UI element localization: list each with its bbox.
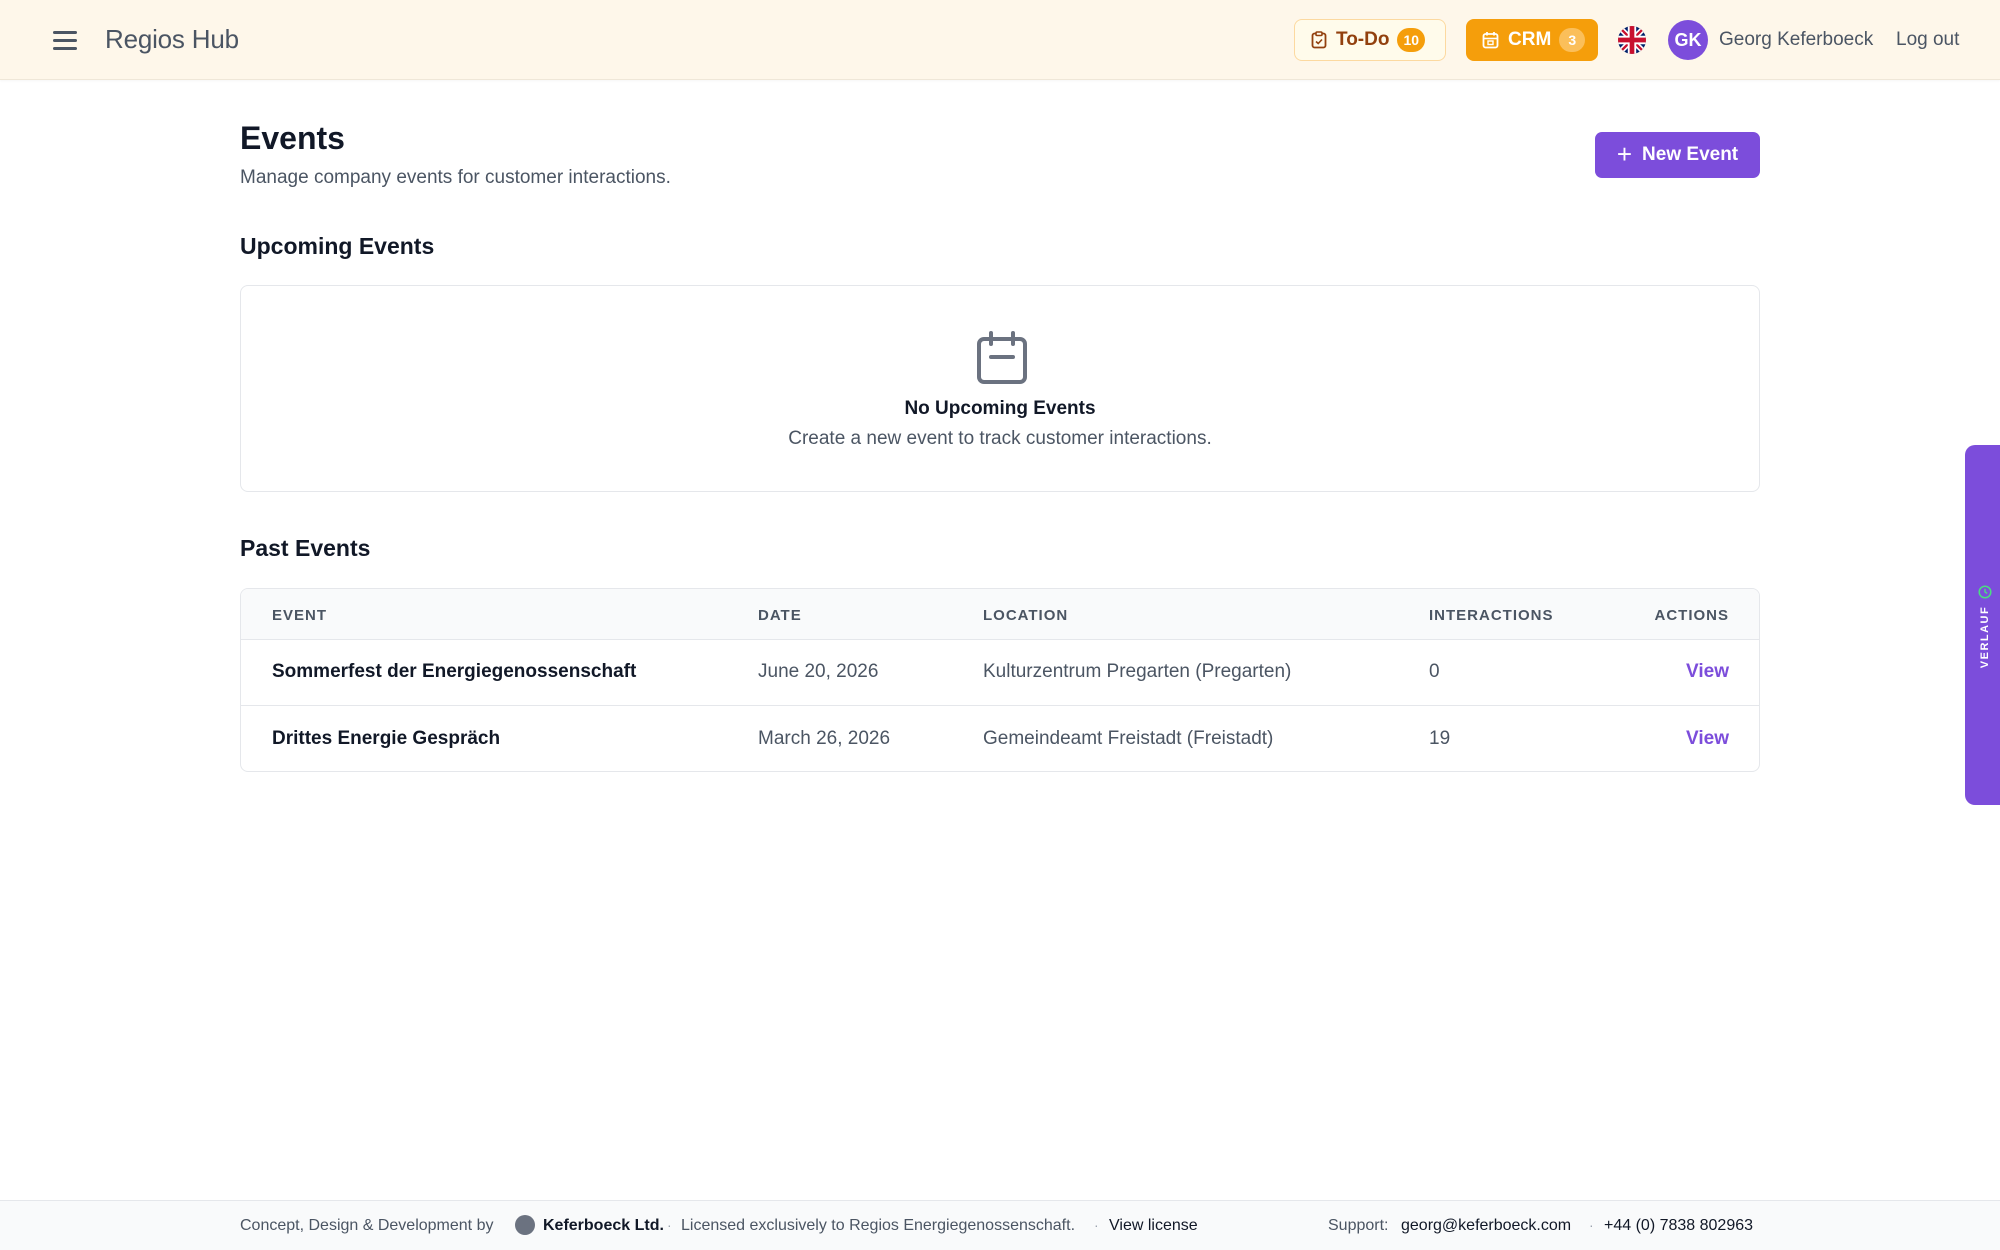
table-row: Drittes Energie Gespräch March 26, 2026 … <box>241 707 1759 771</box>
menu-icon[interactable] <box>50 28 80 52</box>
empty-state-title: No Upcoming Events <box>904 398 1096 419</box>
todo-button[interactable]: To-Do 10 <box>1294 19 1446 61</box>
upcoming-events-empty-state: No Upcoming Events Create a new event to… <box>240 285 1760 492</box>
view-link[interactable]: View <box>1686 728 1729 750</box>
footer-separator: · <box>1094 1217 1099 1233</box>
past-events-table: EVENT DATE LOCATION INTERACTIONS ACTIONS… <box>240 588 1760 772</box>
event-interactions: 19 <box>1429 728 1451 749</box>
crm-button[interactable]: CRM 3 <box>1466 19 1598 61</box>
upcoming-events-heading: Upcoming Events <box>240 233 435 259</box>
plus-icon: + <box>1616 138 1633 169</box>
column-header-actions: ACTIONS <box>1654 607 1729 624</box>
column-header-interactions: INTERACTIONS <box>1429 607 1554 624</box>
top-header: Regios Hub To-Do 10 CRM 3 GK Georg Kefer… <box>0 0 2000 80</box>
event-location: Gemeindeamt Freistadt (Freistadt) <box>983 728 1274 749</box>
footer-credit-text: Concept, Design & Development by <box>240 1217 494 1234</box>
footer-license-text: Licensed exclusively to Regios Energiege… <box>681 1217 1076 1234</box>
column-header-location: LOCATION <box>983 607 1069 624</box>
crm-label: CRM <box>1508 29 1552 50</box>
event-date: March 26, 2026 <box>758 728 891 749</box>
new-event-label: New Event <box>1642 144 1739 165</box>
event-name: Sommerfest der Energiegenossenschaft <box>272 661 637 682</box>
new-event-button[interactable]: + New Event <box>1595 132 1760 178</box>
logout-link[interactable]: Log out <box>1896 29 1959 51</box>
empty-state-text: Create a new event to track customer int… <box>788 428 1212 449</box>
crm-count-badge: 3 <box>1559 28 1586 52</box>
side-tab-label: VERLAUF <box>1979 605 1991 669</box>
event-location: Kulturzentrum Pregarten (Pregarten) <box>983 661 1292 682</box>
support-phone-link[interactable]: +44 (0) 7838 802963 <box>1604 1217 1753 1235</box>
column-header-event: EVENT <box>272 607 328 624</box>
page-title: Events <box>240 120 345 156</box>
event-interactions: 0 <box>1429 661 1440 682</box>
app-title[interactable]: Regios Hub <box>105 24 239 55</box>
table-row: Sommerfest der Energiegenossenschaft Jun… <box>241 640 1759 706</box>
footer-separator: · <box>1589 1217 1594 1233</box>
calendar-icon <box>1482 32 1499 49</box>
history-side-tab[interactable]: VERLAUF <box>1965 445 2000 805</box>
todo-label: To-Do <box>1336 29 1390 50</box>
todo-count-badge: 10 <box>1397 28 1426 52</box>
footer-company-name[interactable]: Keferboeck Ltd. <box>543 1217 664 1235</box>
support-label: Support: <box>1328 1217 1389 1234</box>
user-avatar[interactable]: GK <box>1668 20 1708 60</box>
view-license-link[interactable]: View license <box>1109 1217 1198 1235</box>
company-logo-icon <box>515 1215 535 1235</box>
view-link[interactable]: View <box>1686 661 1729 683</box>
footer-separator: · <box>667 1217 672 1233</box>
event-date: June 20, 2026 <box>758 661 879 682</box>
footer: Concept, Design & Development by Keferbo… <box>0 1200 2000 1250</box>
calendar-icon <box>977 331 1027 384</box>
clock-icon <box>1978 585 1992 599</box>
event-name: Drittes Energie Gespräch <box>272 728 501 749</box>
column-header-date: DATE <box>758 607 802 624</box>
page-subtitle: Manage company events for customer inter… <box>240 167 671 188</box>
support-email-link[interactable]: georg@keferboeck.com <box>1401 1217 1571 1235</box>
table-header: EVENT DATE LOCATION INTERACTIONS ACTIONS <box>241 589 1759 640</box>
past-events-heading: Past Events <box>240 535 371 561</box>
user-name[interactable]: Georg Keferboeck <box>1719 29 1873 51</box>
clipboard-icon <box>1311 31 1327 49</box>
uk-flag-icon[interactable] <box>1618 26 1646 54</box>
